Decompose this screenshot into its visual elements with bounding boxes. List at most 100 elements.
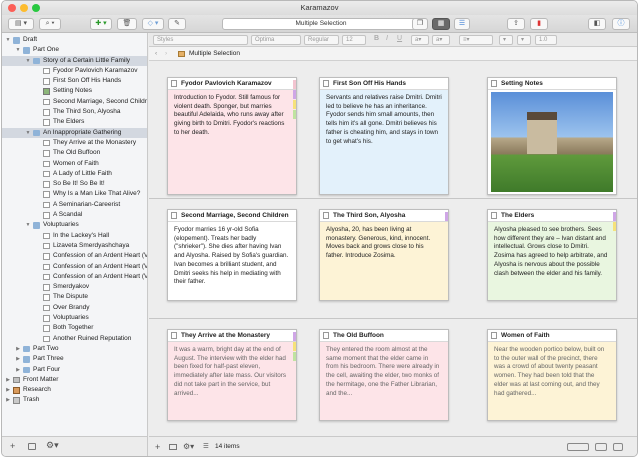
bookmark-button[interactable]: ▮ <box>530 18 548 30</box>
add-button[interactable]: ✚ ▾ <box>90 18 112 30</box>
disclosure-triangle-icon[interactable]: ▶ <box>5 375 11 385</box>
card-title[interactable]: Women of Faith <box>488 330 616 342</box>
minimize-window-button[interactable] <box>20 4 28 12</box>
forward-arrow-icon[interactable]: › <box>165 47 167 61</box>
index-card[interactable]: First Son Off His Hands Servants and rela… <box>319 77 449 195</box>
font-size-select[interactable]: 12 <box>342 35 366 45</box>
freeform-icon[interactable] <box>595 443 607 451</box>
disclosure-triangle-icon[interactable]: ▶ <box>15 365 21 375</box>
binder-item[interactable]: ▶ Part Two <box>2 344 147 354</box>
folder-icon[interactable] <box>169 444 177 450</box>
style-select[interactable]: Styles <box>153 35 248 45</box>
binder-item[interactable]: Why Is a Man Like That Alive? <box>2 189 147 199</box>
card-title[interactable]: They Arrive at the Monastery <box>168 330 296 342</box>
disclosure-triangle-icon[interactable]: ▶ <box>15 344 21 354</box>
binder-item[interactable]: Another Ruined Reputation <box>2 334 147 344</box>
binder-item[interactable]: The Dispute <box>2 292 147 302</box>
underline-button[interactable]: U <box>397 35 402 42</box>
binder-item[interactable]: Women of Faith <box>2 159 147 169</box>
disclosure-triangle-icon[interactable]: ▶ <box>5 395 11 405</box>
binder-item[interactable]: First Son Off His Hands <box>2 76 147 86</box>
card-size-icon[interactable] <box>567 443 589 451</box>
binder-item[interactable]: ▶ Front Matter <box>2 375 147 385</box>
binder-item[interactable]: Confession of an Ardent Heart (V... <box>2 272 147 282</box>
gear-icon[interactable]: ⚙▾ <box>183 437 194 456</box>
card-title[interactable]: The Third Son, Alyosha <box>320 210 448 222</box>
binder-item[interactable]: A Seminarian-Careerist <box>2 200 147 210</box>
binder-item[interactable]: Fyodor Pavlovich Karamazov <box>2 66 147 76</box>
binder-item[interactable]: A Lady of Little Faith <box>2 169 147 179</box>
font-select[interactable]: Optima <box>251 35 301 45</box>
binder-item[interactable]: So Be It! So Be It! <box>2 179 147 189</box>
card-title[interactable]: The Elders <box>488 210 616 222</box>
binder-item[interactable]: The Old Buffoon <box>2 148 147 158</box>
binder-item[interactable]: ▶ Research <box>2 385 147 395</box>
add-icon[interactable]: + <box>10 441 15 451</box>
disclosure-triangle-icon[interactable]: ▼ <box>25 128 31 138</box>
index-card[interactable]: The Third Son, Alyosha Alyosha, 20, has b… <box>319 209 449 301</box>
binder-item[interactable]: Over Brandy <box>2 303 147 313</box>
card-title[interactable]: First Son Off His Hands <box>320 78 448 90</box>
inspector-button[interactable]: ⓘ <box>612 18 630 30</box>
disclosure-triangle-icon[interactable]: ▼ <box>25 56 31 66</box>
binder-item[interactable]: Both Together <box>2 323 147 333</box>
font-weight-select[interactable]: Regular <box>304 35 339 45</box>
index-card[interactable]: The Old Buffoon They entered the room alm… <box>319 329 449 421</box>
highlight-button[interactable]: a▾ <box>432 35 450 45</box>
card-synopsis[interactable]: It was a warm, bright day at the end of … <box>168 342 296 402</box>
card-title[interactable]: Setting Notes <box>488 78 616 90</box>
search-field[interactable]: Multiple Selection <box>222 18 420 30</box>
close-window-button[interactable] <box>8 4 16 12</box>
card-synopsis[interactable]: They entered the room almost at the same… <box>320 342 448 402</box>
binder-item[interactable]: Confession of an Ardent Heart (V... <box>2 251 147 261</box>
binder-item[interactable]: Confession of an Ardent Heart (V... <box>2 262 147 272</box>
list-button[interactable]: ▾ <box>517 35 531 45</box>
label-button[interactable]: ◇ ▾ <box>142 18 164 30</box>
share-button[interactable]: ⇪ <box>507 18 525 30</box>
binder-toggle-button[interactable]: ▤ ▾ <box>8 18 34 30</box>
quick-reference-button[interactable]: ✎ <box>168 18 186 30</box>
text-color-button[interactable]: a▾ <box>411 35 429 45</box>
binder-item[interactable]: In the Lackey's Hall <box>2 231 147 241</box>
spacing-button[interactable]: ▾ <box>499 35 513 45</box>
disclosure-triangle-icon[interactable]: ▼ <box>25 220 31 230</box>
binder-item[interactable]: The Third Son, Alyosha <box>2 107 147 117</box>
disclosure-triangle-icon[interactable]: ▼ <box>5 35 11 45</box>
card-title[interactable]: Second Marriage, Second Children <box>168 210 296 222</box>
card-synopsis[interactable]: Near the wooden portico below, built on … <box>488 342 616 402</box>
disclosure-triangle-icon[interactable]: ▼ <box>15 45 21 55</box>
index-card[interactable]: Second Marriage, Second Children Fyodor m… <box>167 209 297 301</box>
binder-item[interactable]: ▼ Part One <box>2 45 147 55</box>
binder-item[interactable]: ▶ Part Three <box>2 354 147 364</box>
card-title[interactable]: The Old Buffoon <box>320 330 448 342</box>
binder-item[interactable]: Smerdyakov <box>2 282 147 292</box>
add-icon[interactable]: + <box>155 437 160 456</box>
settings-icon[interactable] <box>613 443 623 451</box>
binder-item[interactable]: ▶ Trash <box>2 395 147 405</box>
alignment-button[interactable]: ≡▾ <box>459 35 493 45</box>
binder-item[interactable]: ▼ Voluptuaries <box>2 220 147 230</box>
card-synopsis[interactable]: Servants and relatives raise Dmitri. Dmi… <box>320 90 448 150</box>
binder-item[interactable]: Voluptuaries <box>2 313 147 323</box>
compose-mode-button[interactable]: ◧ <box>588 18 606 30</box>
binder-item[interactable]: The Elders <box>2 117 147 127</box>
index-card[interactable]: They Arrive at the Monastery It was a war… <box>167 329 297 421</box>
card-title[interactable]: Fyodor Pavlovich Karamazov <box>168 78 296 90</box>
binder-item[interactable]: ▼ Story of a Certain Little Family <box>2 55 147 66</box>
binder-item[interactable]: ▼ An Inappropriate Gathering <box>2 127 147 138</box>
gear-icon[interactable]: ⚙▾ <box>46 440 59 451</box>
card-synopsis[interactable]: Fyodor marries 16 yr-old Sofia (elopemen… <box>168 222 296 291</box>
binder-item[interactable]: Lizaveta Smerdyashchaya <box>2 241 147 251</box>
delete-button[interactable]: 🗑 <box>117 18 137 30</box>
scrivenings-view-button[interactable]: ❐ <box>412 18 428 30</box>
disclosure-triangle-icon[interactable]: ▶ <box>5 385 11 395</box>
binder-item[interactable]: ▼ Draft <box>2 35 147 45</box>
index-card[interactable]: The Elders Alyosha pleased to see brother… <box>487 209 617 301</box>
list-icon[interactable]: ☰ <box>203 437 209 456</box>
bold-button[interactable]: B <box>374 35 379 42</box>
index-card[interactable]: Setting Notes <box>487 77 617 195</box>
card-synopsis[interactable]: Introduction to Fyodor. Still famous for… <box>168 90 296 142</box>
binder-item[interactable]: A Scandal <box>2 210 147 220</box>
outliner-view-button[interactable]: ☰ <box>454 18 470 30</box>
card-synopsis[interactable]: Alyosha, 20, has been living at monaster… <box>320 222 448 265</box>
